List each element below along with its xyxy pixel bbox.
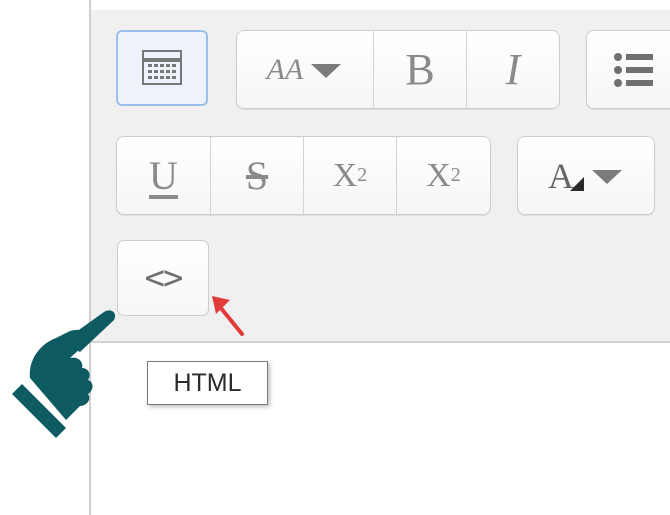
italic-label: I (505, 45, 521, 94)
html-source-button[interactable]: <> (117, 240, 209, 316)
strikethrough-button[interactable]: S (211, 137, 304, 214)
unordered-list-button[interactable] (587, 31, 670, 108)
html-tooltip: HTML (147, 361, 268, 405)
pointing-hand-icon (12, 310, 116, 438)
subscript-index: 2 (357, 164, 368, 186)
chevron-down-icon (592, 169, 622, 184)
toolbar-toggle-button[interactable] (116, 30, 208, 106)
color-swatch-icon (570, 176, 584, 191)
chevron-down-icon (311, 63, 342, 78)
italic-button[interactable]: I (467, 31, 559, 108)
red-arrow-icon (212, 296, 244, 336)
underline-label: U (149, 153, 178, 198)
underline-button[interactable]: U (117, 137, 211, 214)
font-color-button-group: A (517, 136, 655, 215)
unordered-list-icon (614, 52, 653, 87)
list-button-group (586, 30, 670, 109)
font-size-label: AA (266, 52, 304, 86)
subscript-base: X (332, 156, 358, 194)
bold-label: B (405, 45, 435, 94)
bold-button[interactable]: B (374, 31, 467, 108)
format-button-group: AA B I (236, 30, 560, 109)
strikethrough-label: S (245, 153, 269, 198)
text-style-button-group: U S X2 X2 (116, 136, 491, 215)
font-color-button[interactable]: A (518, 137, 654, 214)
html-tooltip-label: HTML (173, 368, 242, 397)
toolbar-toggle-icon (142, 50, 182, 85)
superscript-base: X (426, 156, 451, 194)
html-code-icon: <> (144, 258, 184, 298)
font-size-button[interactable]: AA (237, 31, 374, 108)
superscript-index: 2 (450, 164, 461, 186)
subscript-button[interactable]: X2 (304, 137, 397, 214)
superscript-button[interactable]: X2 (397, 137, 490, 214)
